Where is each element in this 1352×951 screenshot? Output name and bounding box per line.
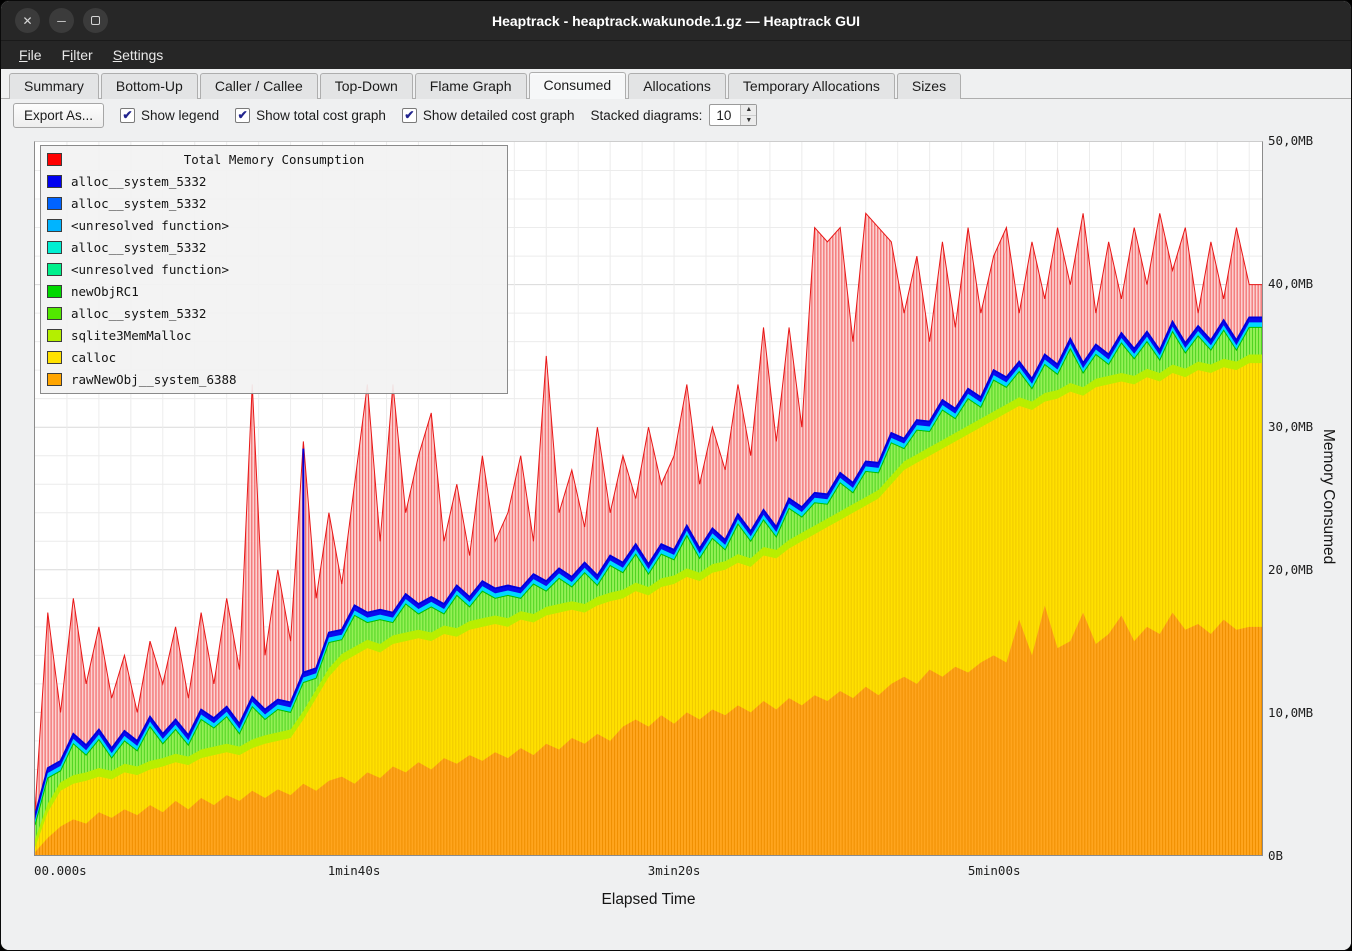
legend-label: alloc__system_5332 (71, 196, 206, 211)
y-tick-label: 40,0MB (1268, 276, 1313, 291)
tab-consumed[interactable]: Consumed (529, 72, 627, 99)
legend-swatch (47, 351, 62, 364)
checkbox-box[interactable]: ✔ (402, 108, 417, 123)
legend-label: alloc__system_5332 (71, 174, 206, 189)
toolbar-checkboxes: ✔ Show legend ✔ Show total cost graph ✔ Show … (120, 108, 575, 123)
tab-temporary-allocations[interactable]: Temporary Allocations (728, 73, 895, 99)
tab-allocations[interactable]: Allocations (628, 73, 726, 99)
toolbar: Export As... ✔ Show legend ✔ Show total cos… (1, 99, 1351, 131)
legend-item: rawNewObj__system_6388 (41, 368, 507, 390)
chart-legend: Total Memory Consumption alloc__system_53… (40, 145, 508, 394)
stacked-diagrams-spinbox[interactable]: 10 ▲ ▼ (709, 104, 757, 126)
legend-swatch (47, 219, 62, 232)
legend-item: sqlite3MemMalloc (41, 324, 507, 346)
chart-area: Total Memory Consumption alloc__system_53… (1, 131, 1351, 951)
menu-file[interactable]: File (9, 43, 52, 67)
tab-sizes[interactable]: Sizes (897, 73, 961, 99)
legend-item: alloc__system_5332 (41, 192, 507, 214)
legend-item: <unresolved function> (41, 258, 507, 280)
x-tick-label: 5min00s (968, 863, 1021, 878)
legend-item: alloc__system_5332 (41, 170, 507, 192)
legend-swatch (47, 175, 62, 188)
checkbox-label: Show total cost graph (256, 108, 386, 123)
maximize-icon (91, 16, 100, 25)
tab-caller-callee[interactable]: Caller / Callee (200, 73, 318, 99)
checkbox-show-total-cost-graph[interactable]: ✔ Show total cost graph (235, 108, 386, 123)
menu-filter[interactable]: Filter (52, 43, 103, 67)
stacked-diagrams-value[interactable]: 10 (710, 105, 740, 125)
legend-label: alloc__system_5332 (71, 240, 206, 255)
legend-swatch (47, 373, 62, 386)
legend-swatch (47, 307, 62, 320)
spinbox-arrows: ▲ ▼ (740, 105, 756, 125)
legend-label: alloc__system_5332 (71, 306, 206, 321)
minimize-button[interactable]: ─ (49, 8, 74, 33)
memory-consumption-plot[interactable]: Total Memory Consumption alloc__system_53… (34, 141, 1263, 856)
legend-swatch (47, 241, 62, 254)
window-title: Heaptrack - heaptrack.wakunode.1.gz — He… (1, 13, 1351, 29)
legend-item: newObjRC1 (41, 280, 507, 302)
title-bar[interactable]: ✕ ─ Heaptrack - heaptrack.wakunode.1.gz … (1, 1, 1351, 41)
x-axis-title: Elapsed Time (34, 891, 1263, 909)
checkbox-box[interactable]: ✔ (235, 108, 250, 123)
heaptrack-window: ✕ ─ Heaptrack - heaptrack.wakunode.1.gz … (0, 0, 1352, 951)
y-tick-label: 10,0MB (1268, 705, 1313, 720)
y-axis-title: Memory Consumed (1319, 429, 1337, 564)
legend-swatch (47, 153, 62, 166)
legend-label: sqlite3MemMalloc (71, 328, 191, 343)
checkbox-box[interactable]: ✔ (120, 108, 135, 123)
legend-swatch (47, 285, 62, 298)
menu-settings[interactable]: Settings (103, 43, 174, 67)
legend-swatch (47, 329, 62, 342)
stacked-diagrams-control: Stacked diagrams: 10 ▲ ▼ (591, 104, 758, 126)
checkbox-show-legend[interactable]: ✔ Show legend (120, 108, 219, 123)
legend-label: Total Memory Consumption (71, 152, 501, 167)
tab-bar: SummaryBottom-UpCaller / CalleeTop-DownF… (1, 69, 1351, 99)
x-tick-label: 1min40s (328, 863, 381, 878)
tab-flame-graph[interactable]: Flame Graph (415, 73, 527, 99)
stacked-diagrams-label: Stacked diagrams: (591, 108, 703, 123)
spin-down-icon[interactable]: ▼ (741, 116, 756, 126)
checkbox-label: Show detailed cost graph (423, 108, 575, 123)
legend-item: calloc (41, 346, 507, 368)
y-tick-label: 50,0MB (1268, 133, 1313, 148)
tab-bottom-up[interactable]: Bottom-Up (101, 73, 198, 99)
menu-bar: FileFilterSettings (1, 41, 1351, 69)
x-tick-label: 3min20s (648, 863, 701, 878)
legend-item: alloc__system_5332 (41, 236, 507, 258)
checkbox-label: Show legend (141, 108, 219, 123)
legend-label: calloc (71, 350, 116, 365)
y-tick-label: 20,0MB (1268, 562, 1313, 577)
tab-summary[interactable]: Summary (9, 73, 99, 99)
legend-label: rawNewObj__system_6388 (71, 372, 237, 387)
spin-up-icon[interactable]: ▲ (741, 105, 756, 116)
legend-label: newObjRC1 (71, 284, 139, 299)
legend-swatch (47, 263, 62, 276)
y-tick-label: 0B (1268, 848, 1283, 863)
checkbox-show-detailed-cost-graph[interactable]: ✔ Show detailed cost graph (402, 108, 575, 123)
x-tick-label: 00.000s (34, 863, 87, 878)
legend-swatch (47, 197, 62, 210)
legend-label: <unresolved function> (71, 262, 229, 277)
maximize-button[interactable] (83, 8, 108, 33)
legend-label: <unresolved function> (71, 218, 229, 233)
y-tick-label: 30,0MB (1268, 419, 1313, 434)
close-button[interactable]: ✕ (15, 8, 40, 33)
legend-item: alloc__system_5332 (41, 302, 507, 324)
window-controls: ✕ ─ (15, 8, 108, 33)
export-as-button[interactable]: Export As... (13, 103, 104, 128)
legend-title-row: Total Memory Consumption (41, 148, 507, 170)
tab-top-down[interactable]: Top-Down (320, 73, 413, 99)
legend-item: <unresolved function> (41, 214, 507, 236)
